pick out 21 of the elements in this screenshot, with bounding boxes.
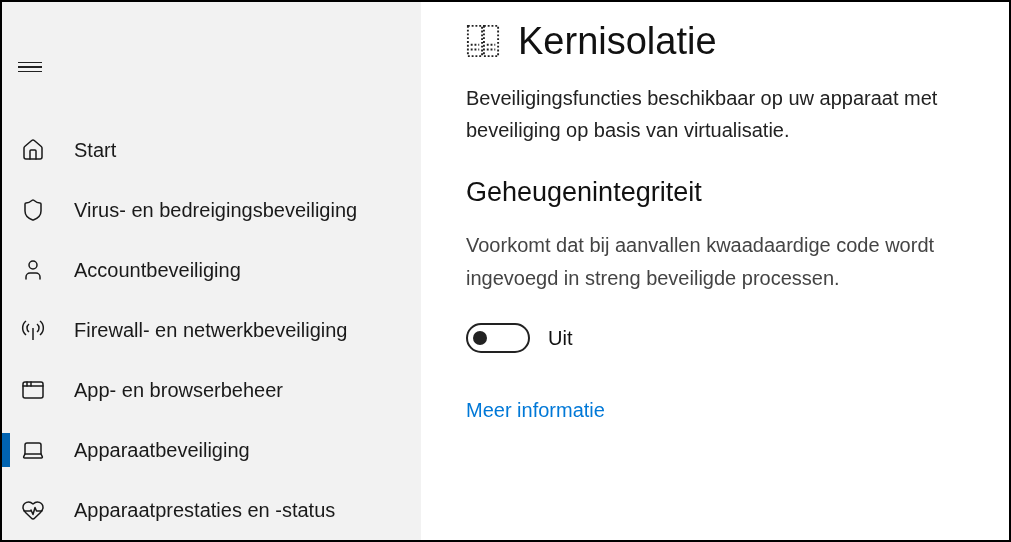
window-icon xyxy=(21,378,45,402)
more-info-link[interactable]: Meer informatie xyxy=(466,394,605,425)
section-description: Voorkomt dat bij aanvallen kwaadaardige code wordt ingevoegd in streng beveiligde processen. xyxy=(466,232,936,291)
heart-pulse-icon xyxy=(21,498,45,522)
sidebar-item[interactable]: Virus- en bedreigingsbeveiliging xyxy=(2,180,421,240)
sidebar-item[interactable]: Apparaatbeveiliging xyxy=(2,420,421,480)
sidebar-item[interactable]: Accountbeveiliging xyxy=(2,240,421,300)
sidebar-item[interactable]: Apparaatprestaties en -status xyxy=(2,480,421,540)
toggle-switch[interactable] xyxy=(466,322,530,353)
section-heading: Geheugenintegriteit xyxy=(466,176,703,209)
home-icon xyxy=(21,138,45,162)
menu-icon[interactable] xyxy=(18,60,44,74)
toggle-label: Uit xyxy=(548,325,573,351)
sidebar-item[interactable]: Firewall- en netwerkbeveiliging xyxy=(2,300,421,360)
sidebar-item[interactable]: Start xyxy=(2,120,421,180)
core-isolation-icon xyxy=(466,24,500,58)
shield-icon xyxy=(21,198,45,222)
page-title: Kernisolatie xyxy=(518,19,717,64)
page-description: Beveiligingsfuncties beschikbaar op uw apparaat met beveiliging op basis van virtualisatie. xyxy=(466,86,939,143)
sidebar-item[interactable]: App- en browserbeheer xyxy=(2,360,421,420)
antenna-icon xyxy=(21,318,45,342)
